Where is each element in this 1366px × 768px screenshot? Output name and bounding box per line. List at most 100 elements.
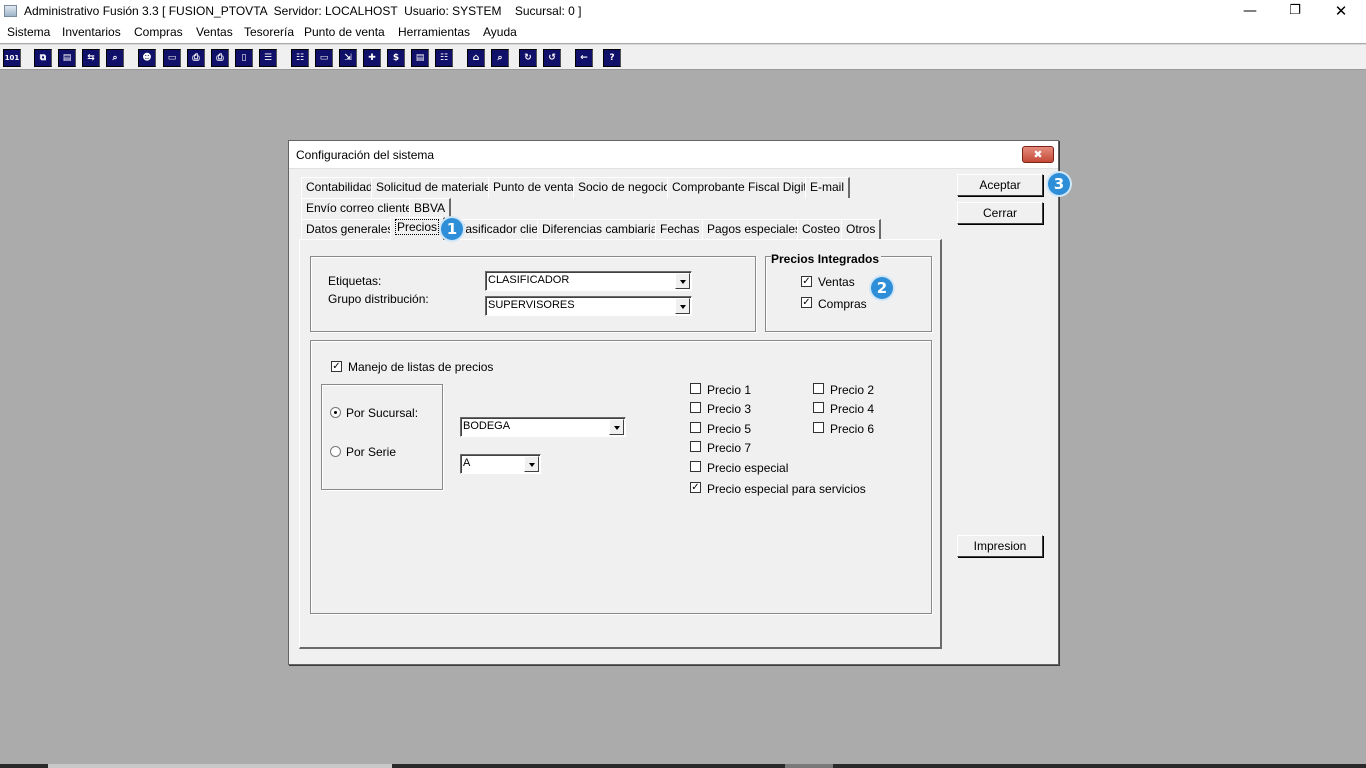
bottom-edge-segment	[48, 764, 392, 768]
tab-label: Precios	[395, 219, 440, 235]
money-icon[interactable]: $	[387, 49, 405, 67]
grupo-distribucion-label: Grupo distribución:	[328, 292, 429, 306]
tab-pagos-especiales[interactable]: Pagos especiales	[702, 219, 808, 240]
etiquetas-select[interactable]: CLASIFICADOR	[485, 271, 692, 291]
home-icon[interactable]: ⌂	[467, 49, 485, 67]
menu-sistema[interactable]: Sistema	[7, 25, 50, 39]
menu-bar: Sistema Inventarios Compras Ventas Tesor…	[0, 23, 1366, 43]
minimize-button[interactable]: —	[1227, 0, 1273, 23]
tab-label: Socio de negocio	[578, 180, 671, 194]
grupo-distribucion-value: SUPERVISORES	[488, 299, 575, 311]
folder-icon[interactable]: ▭	[163, 49, 181, 67]
back-icon[interactable]: ←	[575, 49, 593, 67]
tab-label: Punto de venta	[493, 180, 574, 194]
tab-contabilidad[interactable]: Contabilidad	[301, 177, 379, 198]
tab-bbva[interactable]: BBVA	[409, 198, 452, 219]
tab-label: Contabilidad	[306, 180, 373, 194]
ventas-label: Ventas	[818, 275, 855, 289]
tab-envio-correo-cliente[interactable]: Envío correo cliente	[301, 198, 419, 219]
restore-button[interactable]: ❐	[1272, 0, 1318, 23]
step-badge-2: 2	[871, 277, 893, 299]
app-title: Administrativo Fusión 3.3 [ FUSION_PTOVT…	[24, 4, 582, 18]
tab-solicitud-materiales[interactable]: Solicitud de materiales	[371, 177, 503, 198]
tab-costeo[interactable]: Costeo	[797, 219, 847, 240]
menu-punto-de-venta[interactable]: Punto de venta	[304, 25, 385, 39]
menu-herramientas[interactable]: Herramientas	[398, 25, 470, 39]
tab-diferencias-cambiarias[interactable]: Diferencias cambiarias	[537, 219, 670, 240]
chevron-down-icon[interactable]	[609, 419, 624, 435]
zoom-icon[interactable]: ⌕	[106, 49, 124, 67]
por-sucursal-radio[interactable]	[330, 407, 341, 418]
precio-6-checkbox[interactable]	[813, 422, 824, 433]
tab-socio-de-negocio[interactable]: Socio de negocio	[573, 177, 677, 198]
export-icon[interactable]: ⇲	[339, 49, 357, 67]
precio-1-checkbox[interactable]	[690, 383, 701, 394]
precio-3-checkbox[interactable]	[690, 402, 701, 413]
precio-2-checkbox[interactable]	[813, 383, 824, 394]
toolbar: 101 ⧉ ▤ ⇆ ⌕ ☻ ▭ ⎙ ⎙ ▯ ☰ ☷ ▭ ⇲ ✚ $ ▤ ☷ ⌂ …	[0, 44, 1366, 70]
toolbar-glyph: ☻	[142, 53, 152, 63]
serie-select[interactable]: A	[460, 454, 541, 474]
copy-icon[interactable]: ⧉	[34, 49, 52, 67]
precio-especial-checkbox[interactable]	[690, 461, 701, 472]
toolbar-glyph: ⧉	[39, 53, 47, 63]
precio-especial-servicios-checkbox[interactable]: ✓	[690, 482, 701, 493]
compras-checkbox[interactable]: ✓	[801, 297, 812, 308]
window-icon[interactable]: ▭	[315, 49, 333, 67]
menu-inventarios[interactable]: Inventarios	[62, 25, 121, 39]
aceptar-button[interactable]: Aceptar	[957, 174, 1043, 196]
tab-label: Solicitud de materiales	[376, 180, 497, 194]
menu-tesoreria[interactable]: Tesorería	[244, 25, 294, 39]
etiquetas-value: CLASIFICADOR	[488, 274, 570, 286]
chevron-down-icon[interactable]	[524, 456, 539, 472]
report-icon[interactable]: ▤	[411, 49, 429, 67]
chevron-down-icon[interactable]	[675, 273, 690, 289]
manejo-listas-checkbox[interactable]: ✓	[331, 361, 342, 372]
table-icon[interactable]: ☷	[435, 49, 453, 67]
printer-icon[interactable]: ⎙	[211, 49, 229, 67]
menu-ayuda[interactable]: Ayuda	[483, 25, 517, 39]
tab-label: Pagos especiales	[707, 222, 802, 236]
sucursal-select[interactable]: BODEGA	[460, 417, 626, 437]
close-window-button[interactable]: ✕	[1318, 0, 1364, 23]
calculator-icon[interactable]: 101	[3, 49, 21, 67]
chevron-down-icon[interactable]	[675, 298, 690, 314]
toolbar-glyph: ↻	[524, 53, 532, 63]
precio-7-checkbox[interactable]	[690, 441, 701, 452]
print-icon[interactable]: ⎙	[187, 49, 205, 67]
clipboard-icon[interactable]: ▤	[58, 49, 76, 67]
transfer-icon[interactable]: ⇆	[82, 49, 100, 67]
document-icon[interactable]: ▯	[235, 49, 253, 67]
tab-email[interactable]: E-mail	[805, 177, 851, 198]
general-group: Etiquetas: Grupo distribución: CLASIFICA…	[310, 256, 756, 332]
dialog-titlebar: Configuración del sistema ✖	[289, 141, 1058, 169]
tab-comprobante-fiscal[interactable]: Comprobante Fiscal Digital	[667, 177, 823, 198]
help-icon[interactable]: ?	[603, 49, 621, 67]
dialog-close-button[interactable]: ✖	[1022, 146, 1054, 163]
listas-precios-group: ✓ Manejo de listas de precios Por Sucurs…	[310, 340, 932, 614]
tab-precios[interactable]: Precios	[390, 217, 446, 240]
cerrar-button[interactable]: Cerrar	[957, 202, 1043, 224]
undo-icon[interactable]: ↺	[543, 49, 561, 67]
por-serie-radio[interactable]	[330, 446, 341, 457]
search-icon[interactable]: ⌕	[491, 49, 509, 67]
toolbar-glyph: ▤	[62, 53, 72, 63]
people-icon[interactable]: ☷	[291, 49, 309, 67]
refresh-icon[interactable]: ↻	[519, 49, 537, 67]
tab-datos-generales[interactable]: Datos generales	[301, 219, 400, 240]
grupo-distribucion-select[interactable]: SUPERVISORES	[485, 296, 692, 316]
impresion-button[interactable]: Impresion	[957, 535, 1043, 557]
tab-punto-de-venta[interactable]: Punto de venta	[488, 177, 580, 198]
step-badge-3: 3	[1048, 173, 1070, 195]
menu-compras[interactable]: Compras	[134, 25, 183, 39]
list-icon[interactable]: ☰	[259, 49, 277, 67]
menu-ventas[interactable]: Ventas	[196, 25, 233, 39]
tab-fechas[interactable]: Fechas	[655, 219, 706, 240]
precio-4-checkbox[interactable]	[813, 402, 824, 413]
compras-label: Compras	[818, 297, 867, 311]
tab-otros[interactable]: Otros	[841, 219, 882, 240]
precio-5-checkbox[interactable]	[690, 422, 701, 433]
user-icon[interactable]: ☻	[138, 49, 156, 67]
ventas-checkbox[interactable]: ✓	[801, 276, 812, 287]
add-icon[interactable]: ✚	[363, 49, 381, 67]
